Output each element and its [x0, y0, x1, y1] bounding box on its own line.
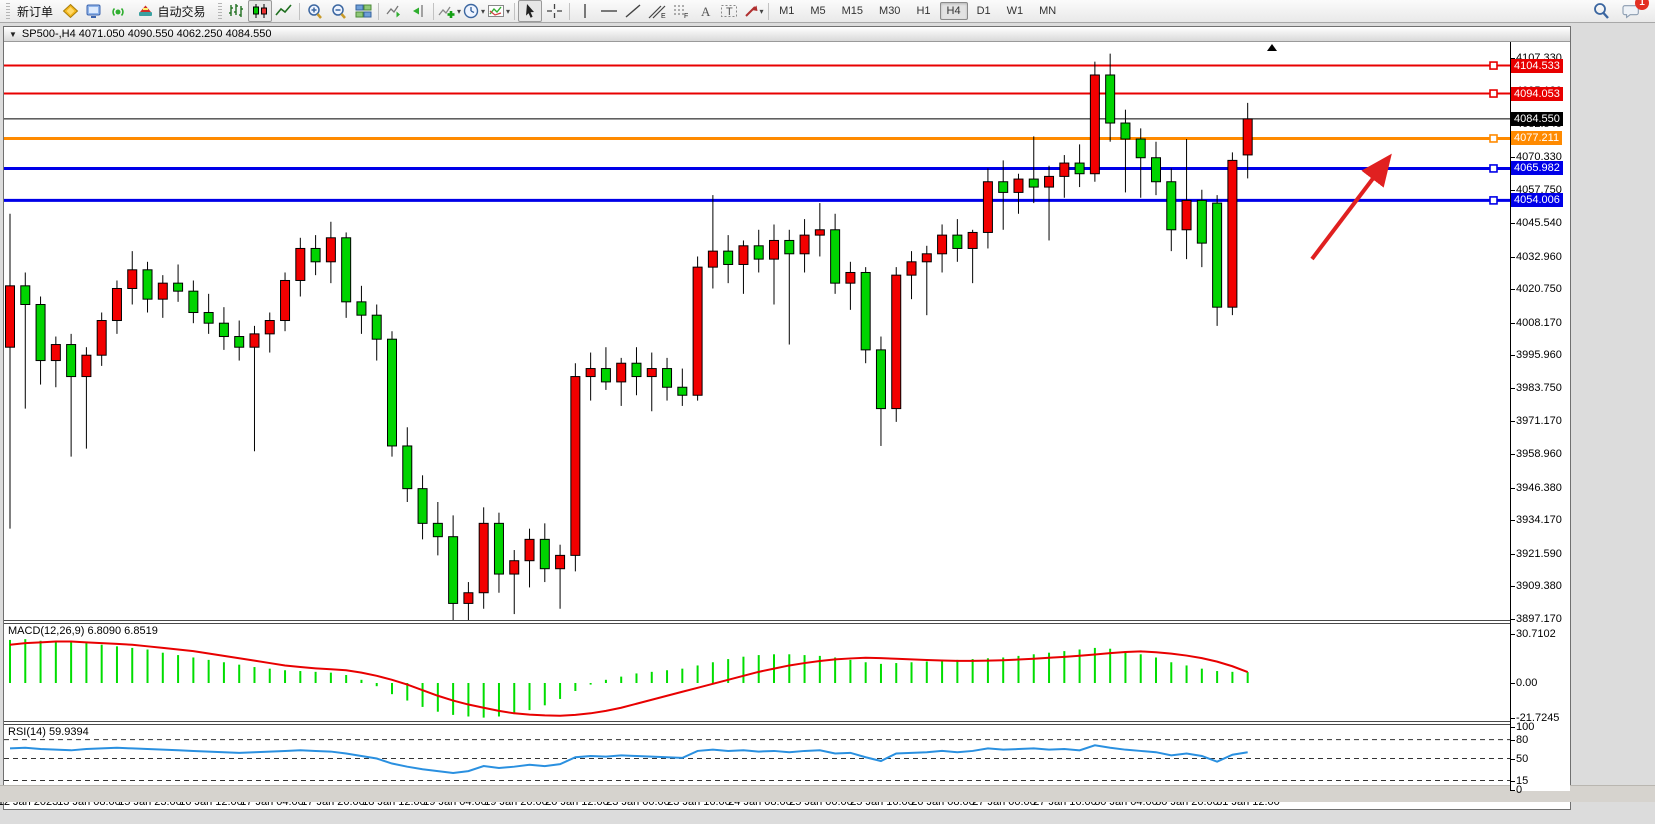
- timeframe-m30-button[interactable]: M30: [872, 2, 907, 20]
- price-tick: 3971.170: [1516, 414, 1562, 428]
- chart-window: ▼ SP500-,H4 4071.050 4090.550 4062.250 4…: [3, 26, 1571, 810]
- line-chart-button[interactable]: [272, 0, 296, 22]
- periods-button[interactable]: ▾: [462, 0, 486, 22]
- candlesticks-button[interactable]: [248, 0, 272, 22]
- new-order-button[interactable]: 新订单: [12, 0, 58, 22]
- metaquotes-icon[interactable]: [58, 0, 82, 22]
- svg-text:T: T: [726, 6, 733, 18]
- timeframe-mn-button[interactable]: MN: [1032, 2, 1063, 20]
- toolbar-separator: [299, 3, 300, 20]
- new-order-label: 新订单: [13, 3, 57, 20]
- price-tick: 3983.750: [1516, 381, 1562, 395]
- arrows-caret: ▾: [760, 7, 764, 16]
- crosshair-button[interactable]: [542, 0, 566, 22]
- timeframe-m5-button[interactable]: M5: [803, 2, 832, 20]
- rsi-chart[interactable]: [4, 725, 1510, 791]
- level-price-label: 4077.211: [1511, 131, 1562, 145]
- svg-text:F: F: [684, 13, 688, 19]
- price-tick: 3897.170: [1516, 612, 1562, 626]
- zoom-in-button[interactable]: [303, 0, 327, 22]
- price-tick: 3995.960: [1516, 348, 1562, 362]
- timeframe-w1-button[interactable]: W1: [1000, 2, 1031, 20]
- rsi-label: RSI(14) 59.9394: [8, 726, 89, 738]
- price-tick: 4008.170: [1516, 316, 1562, 330]
- price-tick: 4020.750: [1516, 282, 1562, 296]
- templates-button[interactable]: ▾: [486, 0, 511, 22]
- arrows-button[interactable]: ▾: [741, 0, 765, 22]
- macd-label: MACD(12,26,9) 6.8090 6.8519: [8, 625, 158, 637]
- rsi-tick: 50: [1516, 752, 1528, 766]
- price-tick: 4045.540: [1516, 216, 1562, 230]
- signals-icon[interactable]: [106, 0, 130, 22]
- tile-windows-button[interactable]: [351, 0, 375, 22]
- indicators-caret: ▾: [457, 7, 461, 16]
- level-price-label: 4065.982: [1511, 161, 1563, 175]
- toolbar-separator: [514, 3, 515, 20]
- rsi-tick: 0: [1516, 783, 1522, 797]
- cursor-button[interactable]: [518, 0, 542, 22]
- toolbar-grip[interactable]: [218, 3, 222, 19]
- current-price-label: 4084.550: [1511, 112, 1563, 126]
- toolbar-separator: [378, 3, 379, 20]
- chat-icon[interactable]: 1: [1619, 0, 1643, 22]
- toolbar-grip[interactable]: [6, 3, 10, 19]
- level-price-label: 4094.053: [1511, 87, 1563, 101]
- timeframe-m1-button[interactable]: M1: [772, 2, 801, 20]
- price-tick: 3946.380: [1516, 481, 1562, 495]
- chart-window-title-bar[interactable]: ▼ SP500-,H4 4071.050 4090.550 4062.250 4…: [4, 27, 1570, 42]
- fibonacci-button[interactable]: F: [669, 0, 693, 22]
- macd-tick: 30.7102: [1516, 627, 1556, 641]
- templates-caret: ▾: [506, 7, 510, 16]
- trendline-button[interactable]: [621, 0, 645, 22]
- text-button[interactable]: A: [693, 0, 717, 22]
- timeframe-h1-button[interactable]: H1: [909, 2, 937, 20]
- svg-text:E: E: [661, 13, 666, 19]
- timeframe-d1-button[interactable]: D1: [970, 2, 998, 20]
- rsi-pane[interactable]: RSI(14) 59.9394: [4, 725, 1510, 791]
- horizontal-line-button[interactable]: [597, 0, 621, 22]
- price-tick: 4032.960: [1516, 250, 1562, 264]
- status-bar: [0, 785, 1655, 802]
- ohlc-bars-button[interactable]: [224, 0, 248, 22]
- price-tick: 3909.380: [1516, 579, 1562, 593]
- macd-pane[interactable]: MACD(12,26,9) 6.8090 6.8519: [4, 624, 1510, 721]
- toolbar-separator: [569, 3, 570, 20]
- svg-text:A: A: [701, 4, 711, 19]
- price-axis[interactable]: 4107.3304095.1204082.5404070.3304057.750…: [1510, 42, 1570, 791]
- toolbar-separator: [433, 3, 434, 20]
- macd-tick: 0.00: [1516, 676, 1537, 690]
- chat-badge: 1: [1635, 0, 1649, 10]
- timeframe-m15-button[interactable]: M15: [835, 2, 870, 20]
- search-icon[interactable]: [1589, 0, 1613, 22]
- chart-shift-button[interactable]: [406, 0, 430, 22]
- auto-scroll-button[interactable]: [382, 0, 406, 22]
- text-label-button[interactable]: T: [717, 0, 741, 22]
- main-chart-pane[interactable]: [4, 42, 1510, 620]
- chart-title: SP500-,H4 4071.050 4090.550 4062.250 408…: [22, 28, 272, 40]
- mt4-terminal: 新订单 自动交易 ▾ ▾ ▾ E F A T ▾ M: [0, 0, 1655, 824]
- timeframe-h4-button[interactable]: H4: [940, 2, 968, 20]
- toolbar-separator: [768, 3, 769, 20]
- terminal-icon[interactable]: [82, 0, 106, 22]
- zoom-out-button[interactable]: [327, 0, 351, 22]
- indicators-button[interactable]: ▾: [437, 0, 462, 22]
- candlestick-chart[interactable]: [4, 42, 1510, 620]
- mdi-area: ▼ SP500-,H4 4071.050 4090.550 4062.250 4…: [0, 23, 1655, 824]
- price-tick: 3921.590: [1516, 547, 1562, 561]
- timeframe-group: M1M5M15M30H1H4D1W1MN: [772, 2, 1063, 20]
- level-price-label: 4104.533: [1511, 59, 1563, 73]
- periods-caret: ▾: [481, 7, 485, 16]
- channel-button[interactable]: E: [645, 0, 669, 22]
- algo-trading-icon: [137, 3, 154, 19]
- price-tick: 3958.960: [1516, 447, 1562, 461]
- level-price-label: 4054.006: [1511, 193, 1563, 207]
- rsi-tick: 80: [1516, 733, 1528, 747]
- macd-chart[interactable]: [4, 624, 1510, 721]
- algo-trading-label: 自动交易: [154, 3, 210, 20]
- price-tick: 3934.170: [1516, 513, 1562, 527]
- window-menu-icon[interactable]: ▼: [9, 30, 17, 39]
- main-toolbar: 新订单 自动交易 ▾ ▾ ▾ E F A T ▾ M: [0, 0, 1655, 23]
- algo-trading-button[interactable]: 自动交易: [130, 0, 216, 22]
- vertical-line-button[interactable]: [573, 0, 597, 22]
